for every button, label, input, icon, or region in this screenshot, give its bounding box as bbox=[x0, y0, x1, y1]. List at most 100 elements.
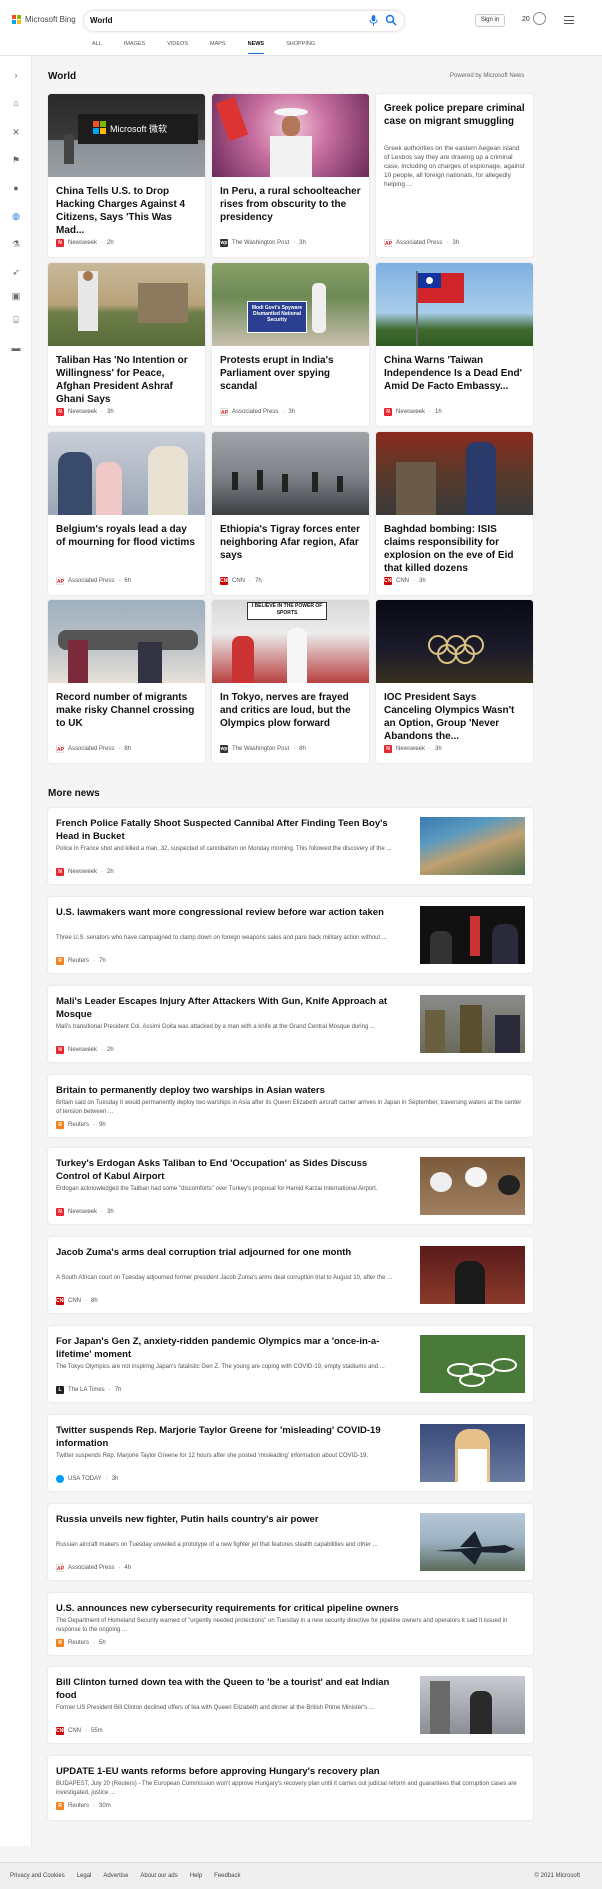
card-image bbox=[212, 432, 369, 515]
tab-news[interactable]: NEWS bbox=[247, 41, 265, 54]
left-rail: › ⌂ ✕ ⚑ ● ◍ ⚗ ➶ ▣ ⌸ ▬ bbox=[0, 56, 32, 1846]
news-card[interactable]: Modi Govt's Spyware Dismantled National … bbox=[212, 263, 369, 426]
globe-icon[interactable]: ◍ bbox=[11, 211, 21, 221]
card-title[interactable]: China Warns 'Taiwan Independence Is a De… bbox=[384, 354, 526, 393]
search-query[interactable]: World bbox=[90, 16, 113, 25]
tab-maps[interactable]: MAPS bbox=[210, 41, 226, 54]
row-title[interactable]: Turkey's Erdogan Asks Taliban to End 'Oc… bbox=[56, 1157, 401, 1183]
footer-link-about-ads[interactable]: About our ads bbox=[140, 1873, 177, 1879]
microphone-icon[interactable] bbox=[369, 15, 378, 26]
footer-link-help[interactable]: Help bbox=[190, 1873, 202, 1879]
news-card[interactable]: Baghdad bombing: ISIS claims responsibil… bbox=[376, 432, 533, 595]
footer-link-feedback[interactable]: Feedback bbox=[214, 1873, 240, 1879]
microscope-icon[interactable]: ⚗ bbox=[11, 239, 21, 249]
card-title[interactable]: Taliban Has 'No Intention or Willingness… bbox=[56, 354, 198, 406]
row-title[interactable]: Twitter suspends Rep. Marjorie Taylor Gr… bbox=[56, 1424, 401, 1450]
la-times-icon: L bbox=[56, 1386, 64, 1394]
news-row[interactable]: U.S. lawmakers want more congressional r… bbox=[48, 897, 533, 973]
tools-icon[interactable]: ✕ bbox=[11, 127, 21, 137]
film-icon[interactable]: ▣ bbox=[11, 291, 21, 301]
footer-link-privacy[interactable]: Privacy and Cookies bbox=[10, 1873, 65, 1879]
flag-icon[interactable]: ⚑ bbox=[11, 155, 21, 165]
footer-links: Privacy and Cookies Legal Advertise Abou… bbox=[10, 1873, 240, 1879]
row-title[interactable]: Russia unveils new fighter, Putin hails … bbox=[56, 1513, 401, 1526]
news-row[interactable]: U.S. announces new cybersecurity require… bbox=[48, 1593, 533, 1655]
row-title[interactable]: U.S. announces new cybersecurity require… bbox=[56, 1602, 526, 1615]
cnn-icon: CNN bbox=[56, 1727, 67, 1735]
card-title[interactable]: Record number of migrants make risky Cha… bbox=[56, 691, 198, 730]
chevron-right-icon[interactable]: › bbox=[11, 70, 21, 80]
news-card[interactable]: I BELIEVE IN THE POWER OF SPORTS In Toky… bbox=[212, 600, 369, 763]
bing-logo[interactable]: Microsoft Bing bbox=[12, 15, 76, 24]
bank-icon[interactable]: ⌸ bbox=[11, 315, 21, 325]
news-card[interactable]: Greek police prepare criminal case on mi… bbox=[376, 94, 533, 257]
card-title[interactable]: Greek police prepare criminal case on mi… bbox=[384, 102, 526, 128]
card-image bbox=[376, 263, 533, 346]
card-title[interactable]: IOC President Says Canceling Olympics Wa… bbox=[384, 691, 526, 743]
news-row[interactable]: Turkey's Erdogan Asks Taliban to End 'Oc… bbox=[48, 1148, 533, 1224]
news-card[interactable]: Ethiopia's Tigray forces enter neighbori… bbox=[212, 432, 369, 595]
card-title[interactable]: Protests erupt in India's Parliament ove… bbox=[220, 354, 362, 393]
news-row[interactable]: Twitter suspends Rep. Marjorie Taylor Gr… bbox=[48, 1415, 533, 1491]
associated-press-icon: AP bbox=[56, 1564, 64, 1572]
card-icon[interactable]: ▬ bbox=[11, 343, 21, 353]
search-input[interactable]: World bbox=[84, 11, 404, 31]
rewards-points[interactable]: 20 bbox=[522, 16, 530, 23]
sign-in-button[interactable]: Sign in bbox=[475, 14, 505, 27]
search-icon[interactable] bbox=[385, 14, 397, 26]
news-row[interactable]: French Police Fatally Shoot Suspected Ca… bbox=[48, 808, 533, 884]
reuters-icon: R bbox=[56, 1121, 64, 1129]
protest-sign-text: I BELIEVE IN THE POWER OF SPORTS bbox=[251, 603, 323, 616]
rings-on-grass-image bbox=[447, 1358, 517, 1387]
row-title[interactable]: For Japan's Gen Z, anxiety-ridden pandem… bbox=[56, 1335, 401, 1361]
news-card[interactable]: Record number of migrants make risky Cha… bbox=[48, 600, 205, 763]
row-title[interactable]: Britain to permanently deploy two warshi… bbox=[56, 1084, 526, 1097]
card-image-sign-text: Microsoft 微软 bbox=[110, 124, 168, 134]
row-source: R Reuters · 5h bbox=[56, 1639, 106, 1647]
news-card[interactable]: Belgium's royals lead a day of mourning … bbox=[48, 432, 205, 595]
card-image: I BELIEVE IN THE POWER OF SPORTS bbox=[212, 600, 369, 683]
tab-videos[interactable]: VIDEOS bbox=[167, 41, 188, 54]
row-title[interactable]: French Police Fatally Shoot Suspected Ca… bbox=[56, 817, 401, 843]
powered-by[interactable]: Powered by Microsoft News bbox=[450, 73, 524, 79]
card-title[interactable]: In Peru, a rural schoolteacher rises fro… bbox=[220, 185, 362, 224]
card-title[interactable]: China Tells U.S. to Drop Hacking Charges… bbox=[56, 185, 198, 237]
news-row[interactable]: Russia unveils new fighter, Putin hails … bbox=[48, 1504, 533, 1580]
card-source: wp The Washington Post · 8h bbox=[220, 745, 306, 753]
card-title[interactable]: Ethiopia's Tigray forces enter neighbori… bbox=[220, 523, 362, 562]
footer-link-advertise[interactable]: Advertise bbox=[103, 1873, 128, 1879]
card-title[interactable]: Belgium's royals lead a day of mourning … bbox=[56, 523, 198, 549]
tab-shopping[interactable]: SHOPPING bbox=[286, 41, 315, 54]
hamburger-menu-icon[interactable] bbox=[564, 16, 574, 27]
row-title[interactable]: UPDATE 1-EU wants reforms before approvi… bbox=[56, 1765, 526, 1778]
home-icon[interactable]: ⌂ bbox=[11, 98, 21, 108]
row-title[interactable]: U.S. lawmakers want more congressional r… bbox=[56, 906, 401, 919]
news-row[interactable]: Bill Clinton turned down tea with the Qu… bbox=[48, 1667, 533, 1743]
row-title[interactable]: Bill Clinton turned down tea with the Qu… bbox=[56, 1676, 401, 1702]
news-card[interactable]: IOC President Says Canceling Olympics Wa… bbox=[376, 600, 533, 763]
row-description: Twitter suspends Rep. Marjorie Taylor Gr… bbox=[56, 1453, 368, 1459]
card-title[interactable]: In Tokyo, nerves are frayed and critics … bbox=[220, 691, 362, 730]
row-description: Three U.S. senators who have campaigned … bbox=[56, 935, 387, 941]
news-row[interactable]: UPDATE 1-EU wants reforms before approvi… bbox=[48, 1756, 533, 1820]
news-card[interactable]: In Peru, a rural schoolteacher rises fro… bbox=[212, 94, 369, 257]
news-row[interactable]: For Japan's Gen Z, anxiety-ridden pandem… bbox=[48, 1326, 533, 1402]
news-row[interactable]: Britain to permanently deploy two warshi… bbox=[48, 1075, 533, 1137]
location-icon[interactable]: ● bbox=[11, 183, 21, 193]
tab-images[interactable]: IMAGES bbox=[124, 41, 145, 54]
news-row[interactable]: Mali's Leader Escapes Injury After Attac… bbox=[48, 986, 533, 1062]
news-card[interactable]: China Warns 'Taiwan Independence Is a De… bbox=[376, 263, 533, 426]
row-title[interactable]: Jacob Zuma's arms deal corruption trial … bbox=[56, 1246, 401, 1259]
footer-link-legal[interactable]: Legal bbox=[77, 1873, 92, 1879]
row-title[interactable]: Mali's Leader Escapes Injury After Attac… bbox=[56, 995, 401, 1021]
news-card[interactable]: Microsoft 微软 China Tells U.S. to Drop Ha… bbox=[48, 94, 205, 257]
news-row[interactable]: Jacob Zuma's arms deal corruption trial … bbox=[48, 1237, 533, 1313]
associated-press-icon: AP bbox=[56, 577, 64, 585]
usa-today-icon bbox=[56, 1475, 64, 1483]
tab-all[interactable]: ALL bbox=[92, 41, 102, 54]
news-card[interactable]: Taliban Has 'No Intention or Willingness… bbox=[48, 263, 205, 426]
rewards-icon[interactable] bbox=[533, 12, 546, 25]
card-title[interactable]: Baghdad bombing: ISIS claims responsibil… bbox=[384, 523, 526, 575]
row-description: The Tokyo Olympics are not inspiring Jap… bbox=[56, 1364, 385, 1370]
rocket-icon[interactable]: ➶ bbox=[11, 267, 21, 277]
